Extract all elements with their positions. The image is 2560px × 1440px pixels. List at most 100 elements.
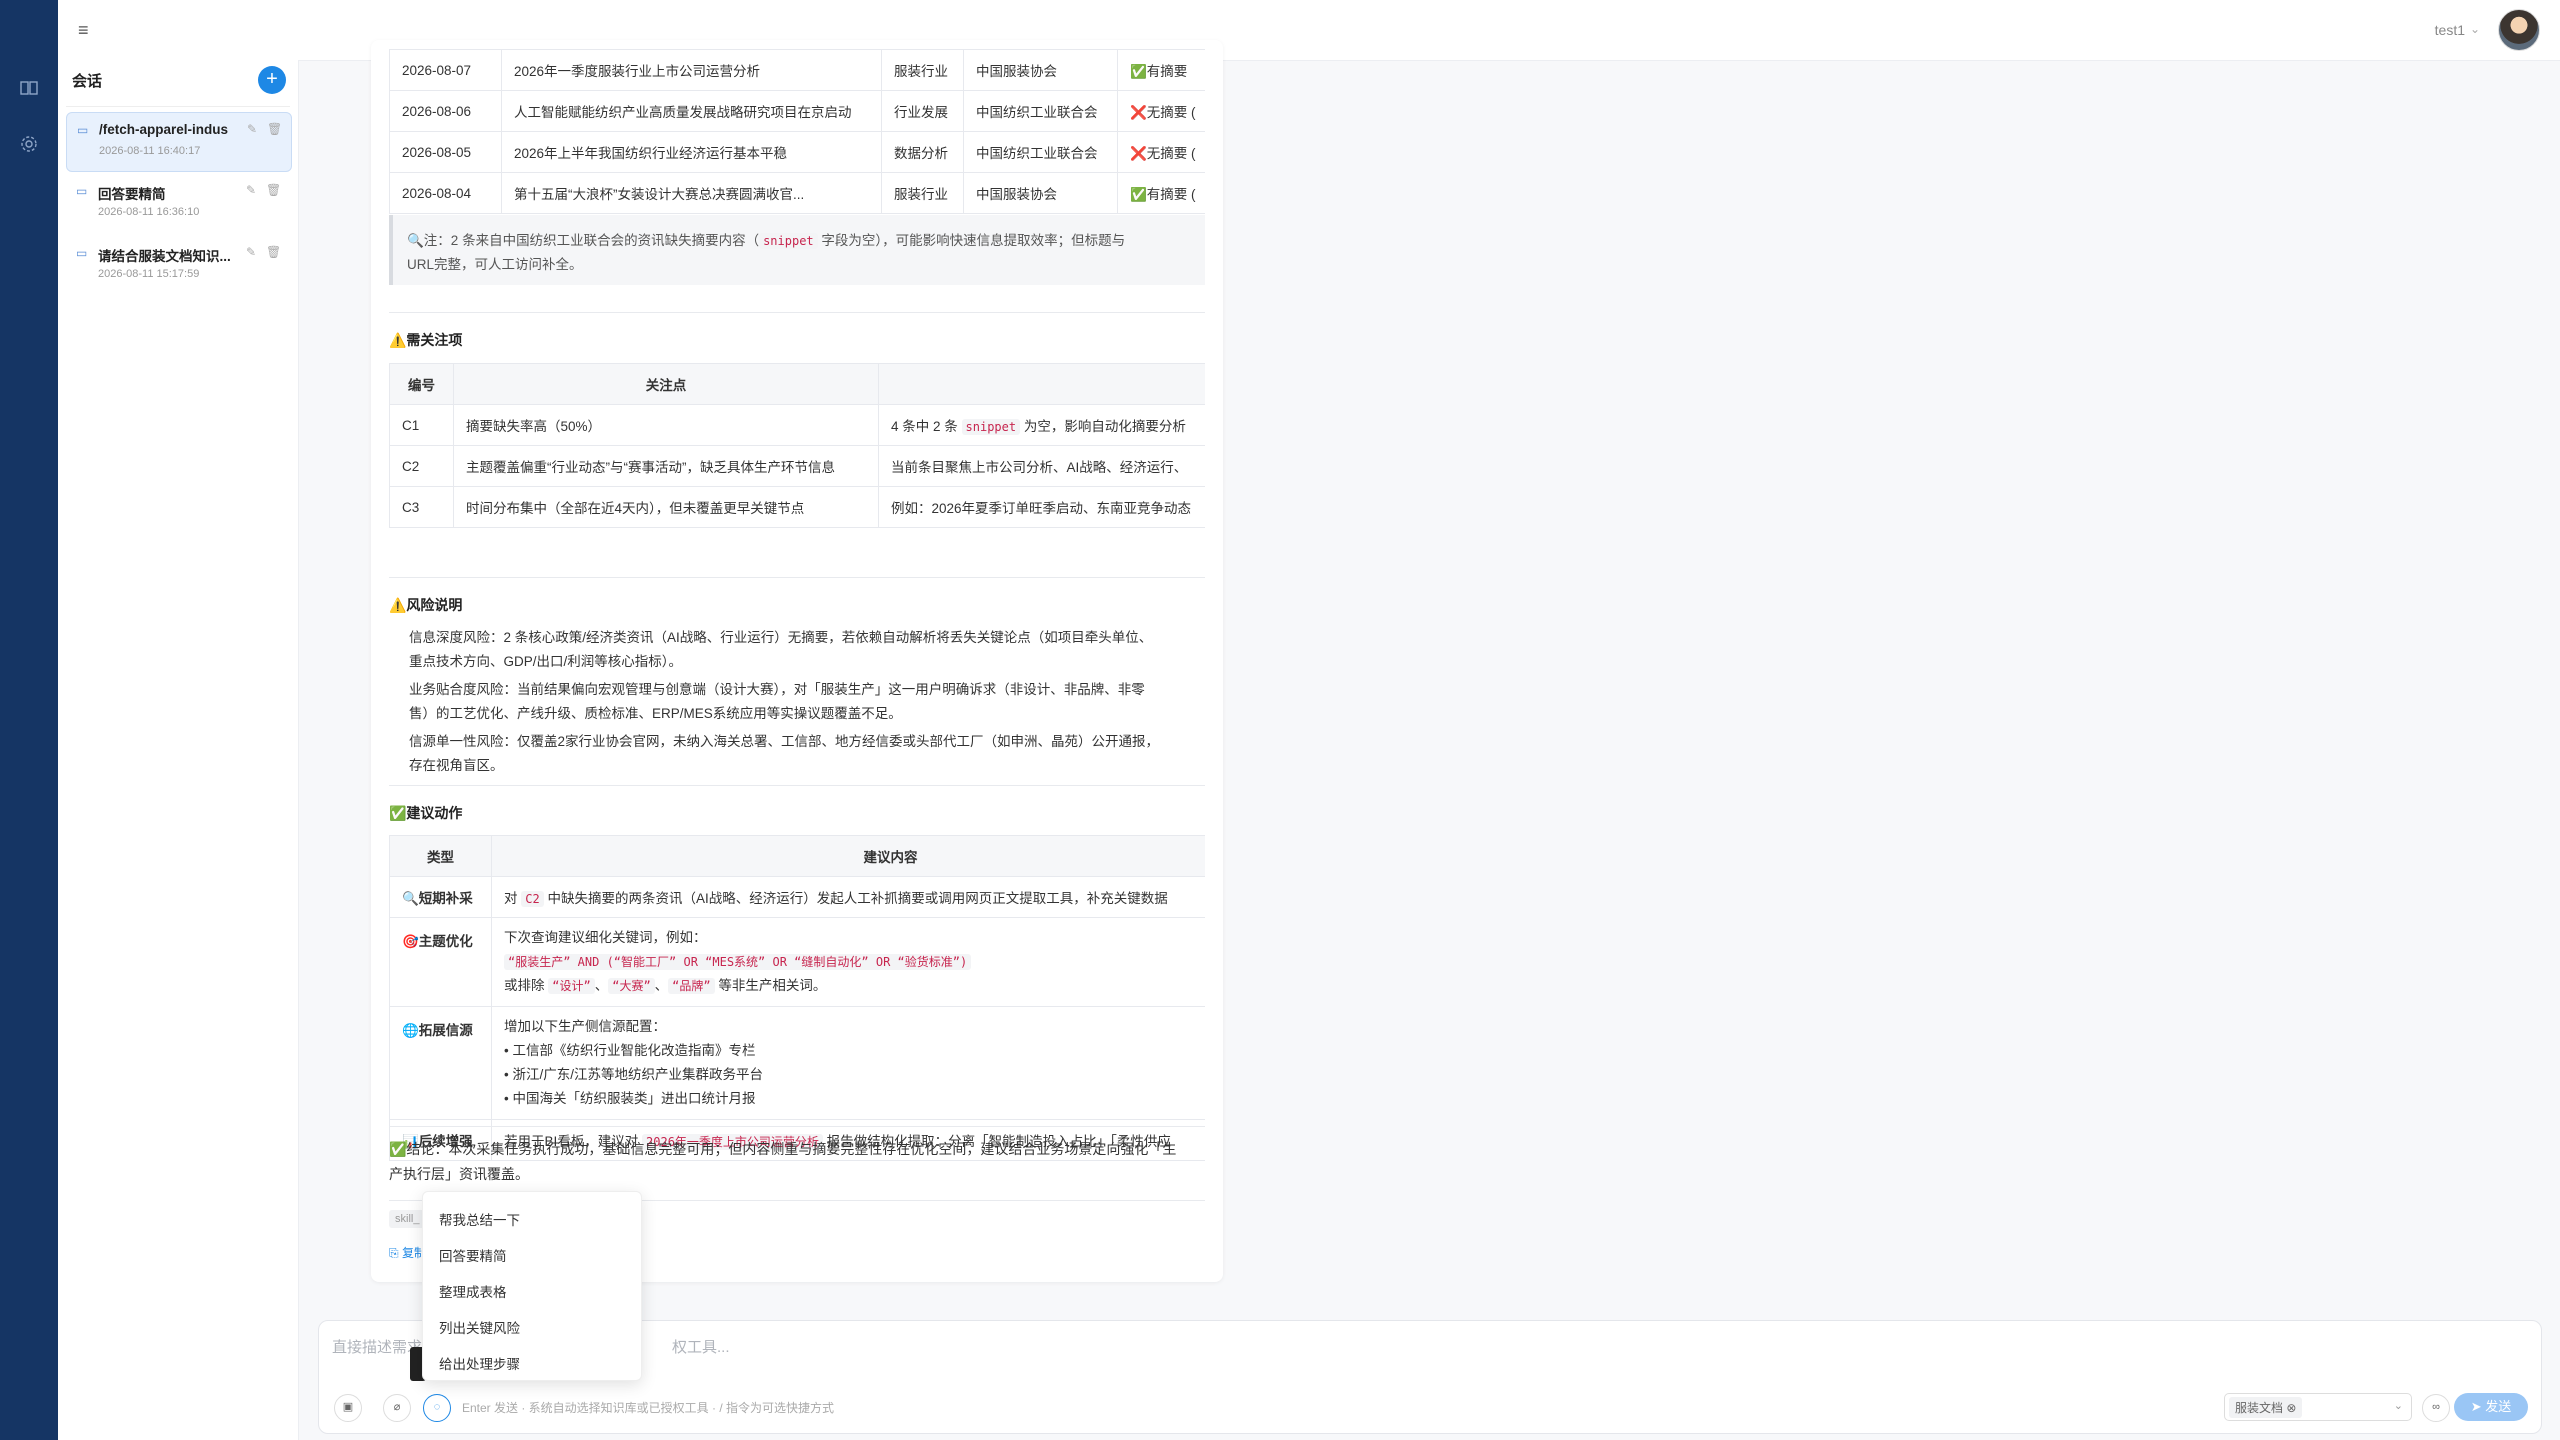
knowledge-base-select[interactable]: 服装文档 ⊗ ⌄ <box>2224 1393 2412 1421</box>
menu-item[interactable]: 整理成表格 <box>439 1281 507 1301</box>
chat-bubble-icon[interactable]: ◌ <box>423 1394 451 1422</box>
risk-item: 信息深度风险：2 条核心政策/经济类资讯（AI战略、行业运行）无摘要，若依赖自动… <box>409 626 1199 674</box>
menu-item[interactable]: 回答要精简 <box>439 1245 507 1265</box>
table-row: C1 摘要缺失率高（50%） 4 条中 2 条 snippet 为空，影响自动化… <box>389 404 1205 446</box>
cell-text: 、 <box>654 978 669 993</box>
placeholder-text: 直接描述需求 <box>332 1339 423 1356</box>
section-heading: ⚠️需关注项 <box>389 332 463 348</box>
table-cell: 2026-08-04 <box>389 172 502 214</box>
table-cell: 例如：2026年夏季订单旺季启动、东南亚竞争动态 <box>878 486 1205 528</box>
table-row: 2026-08-04 第十五届“大浪杯”女装设计大赛总决赛圆满收官... 服装行… <box>389 172 1205 214</box>
divider <box>66 106 290 107</box>
inline-code: “品牌” <box>668 978 715 994</box>
close-icon[interactable]: ⊗ <box>2286 1401 2296 1415</box>
table-header-row: 编号 关注点 <box>389 363 1205 405</box>
table-cell: 时间分布集中（全部在近4天内），但未覆盖更早关键节点 <box>453 486 879 528</box>
conversation-item[interactable]: ▭ 请结合服装文档知识... 2026-08-11 15:17:59 ✎ 🗑 <box>66 236 290 294</box>
conversation-sidebar: 会话 + ▭ /fetch-apparel-indus 2026-08-11 1… <box>58 60 299 1440</box>
table-row: C3 时间分布集中（全部在近4天内），但未覆盖更早关键节点 例如：2026年夏季… <box>389 486 1205 528</box>
paperclip-icon[interactable]: ⌀ <box>383 1394 411 1422</box>
note-block: 🔍注：2 条来自中国纺织工业联合会的资讯缺失摘要内容（ snippet 字段为空）… <box>389 215 1205 285</box>
table-cell: C2 <box>389 445 454 487</box>
kb-tag-label: 服装文档 <box>2235 1401 2284 1415</box>
composer-hint: Enter 发送 · 系统自动选择知识库或已授权工具 · / 指令为可选快捷方式 <box>462 1401 835 1415</box>
copy-button[interactable]: ⎘ 复制 <box>389 1244 426 1261</box>
risk-line: 业务贴合度风险：当前结果偏向宏观管理与创意端（设计大赛），对「服装生产」这一用户… <box>409 682 1145 697</box>
cell-text: 为空，影响自动化摘要分析 <box>1020 419 1186 434</box>
cell-text: 对 <box>504 891 522 906</box>
conversation-item[interactable]: ▭ /fetch-apparel-indus 2026-08-11 16:40:… <box>66 112 292 172</box>
actions-table: 类型 建议内容 🔍短期补采 对 C2 中缺失摘要的两条资讯（AI战略、经济运行）… <box>389 835 1205 1161</box>
placeholder-text: 权工具... <box>672 1339 730 1356</box>
cell-text: • 浙江/广东/江苏等地纺织产业集群政务平台 <box>504 1067 763 1082</box>
inline-code: snippet <box>759 233 818 249</box>
table-row: 🌐拓展信源 增加以下生产侧信源配置： • 工信部《纺织行业智能化改造指南》专栏 … <box>389 1006 1205 1120</box>
chevron-down-icon: ⌄ <box>2393 1400 2403 1412</box>
conversation-date: 2026-08-11 15:17:59 <box>98 268 200 280</box>
avatar[interactable] <box>2498 9 2540 51</box>
cell-text: 等非生产相关词。 <box>714 978 827 993</box>
conclusion-line: 产执行层」资讯覆盖。 <box>389 1166 529 1182</box>
conversation-title: /fetch-apparel-indus <box>99 122 229 137</box>
column-header: 类型 <box>389 835 492 877</box>
divider <box>389 577 1205 578</box>
menu-item[interactable]: 列出关键风险 <box>439 1317 520 1337</box>
edit-icon[interactable]: ✎ <box>246 183 256 197</box>
note-text: URL完整，可人工访问补全。 <box>407 257 583 272</box>
table-row: C2 主题覆盖偏重“行业动态”与“赛事活动”，缺乏具体生产环节信息 当前条目聚焦… <box>389 445 1205 487</box>
trash-icon[interactable]: 🗑 <box>266 183 281 197</box>
note-text: 字段为空），可能影响快速信息提取效率；但标题与 <box>817 233 1126 248</box>
sidebar-title: 会话 <box>72 73 103 90</box>
table-cell: 🌐拓展信源 <box>389 1006 492 1120</box>
send-button[interactable]: ➤ 发送 <box>2454 1393 2528 1421</box>
infinity-icon[interactable]: ∞ <box>2422 1394 2450 1422</box>
table-cell: 2026年上半年我国纺织行业经济运行基本平稳 <box>501 131 882 173</box>
table-row: 2026-08-06 人工智能赋能纺织产业高质量发展战略研究项目在京启动 行业发… <box>389 90 1205 132</box>
image-icon[interactable]: ▣ <box>334 1394 362 1422</box>
inline-code: snippet <box>961 419 1021 435</box>
table-cell: C3 <box>389 486 454 528</box>
cell-text: • 中国海关「纺织服装类」进出口统计月报 <box>504 1091 756 1106</box>
table-cell: 🎯主题优化 <box>389 917 492 1007</box>
risk-line: 存在视角盲区。 <box>409 758 504 773</box>
inline-code: C2 <box>521 891 544 907</box>
book-icon[interactable] <box>19 80 39 100</box>
table-cell: 服装行业 <box>881 49 964 91</box>
table-cell: 下次查询建议细化关键词，例如： “服装生产” AND (“智能工厂” OR “M… <box>491 917 1205 1007</box>
menu-item[interactable]: 帮我总结一下 <box>439 1209 520 1229</box>
table-cell: ✅有摘要 ( <box>1117 172 1205 214</box>
table-cell: 数据分析 <box>881 131 964 173</box>
table-cell: 服装行业 <box>881 172 964 214</box>
table-cell: C1 <box>389 404 454 446</box>
table-row: 🔍短期补采 对 C2 中缺失摘要的两条资讯（AI战略、经济运行）发起人工补抓摘要… <box>389 876 1205 918</box>
table-cell: 2026-08-05 <box>389 131 502 173</box>
table-cell: 2026-08-07 <box>389 49 502 91</box>
gear-icon[interactable] <box>19 135 39 155</box>
user-name[interactable]: test1 <box>2435 22 2465 38</box>
edit-icon[interactable]: ✎ <box>246 245 256 259</box>
edit-icon[interactable]: ✎ <box>247 122 257 136</box>
column-header: 编号 <box>389 363 454 405</box>
table-cell: 2026-08-06 <box>389 90 502 132</box>
conclusion-line: ✅结论：本次采集任务执行成功，基础信息完整可用；但内容侧重与摘要完整性存在优化空… <box>389 1141 1177 1157</box>
table-cell: ❌无摘要 ( <box>1117 131 1205 173</box>
inline-code: “大赛” <box>608 978 655 994</box>
new-conversation-button[interactable]: + <box>258 66 286 94</box>
menu-item[interactable]: 给出处理步骤 <box>439 1353 520 1373</box>
trash-icon[interactable]: 🗑 <box>266 245 281 259</box>
table-header-row: 类型 建议内容 <box>389 835 1205 877</box>
cell-text: • 工信部《纺织行业智能化改造指南》专栏 <box>504 1043 756 1058</box>
trash-icon[interactable]: 🗑 <box>267 122 282 136</box>
chevron-down-icon[interactable]: ⌄ <box>2470 22 2480 36</box>
assistant-message: 2026-08-07 2026年一季度服装行业上市公司运营分析 服装行业 中国服… <box>371 40 1223 1282</box>
chat-icon: ▭ <box>77 123 89 137</box>
skill-tag: skill_ <box>389 1210 426 1228</box>
table-row: 2026-08-05 2026年上半年我国纺织行业经济运行基本平稳 数据分析 中… <box>389 131 1205 173</box>
risk-item: 信源单一性风险：仅覆盖2家行业协会官网，未纳入海关总署、工信部、地方经信委或头部… <box>409 730 1199 778</box>
table-cell: 🔍短期补采 <box>389 876 492 918</box>
table-cell: 中国纺织工业联合会 <box>963 131 1118 173</box>
table-cell: 对 C2 中缺失摘要的两条资讯（AI战略、经济运行）发起人工补抓摘要或调用网页正… <box>491 876 1205 918</box>
conversation-item[interactable]: ▭ 回答要精简 2026-08-11 16:36:10 ✎ 🗑 <box>66 174 290 232</box>
inline-code: “设计” <box>548 978 595 994</box>
hamburger-icon[interactable]: ≡ <box>78 20 89 41</box>
